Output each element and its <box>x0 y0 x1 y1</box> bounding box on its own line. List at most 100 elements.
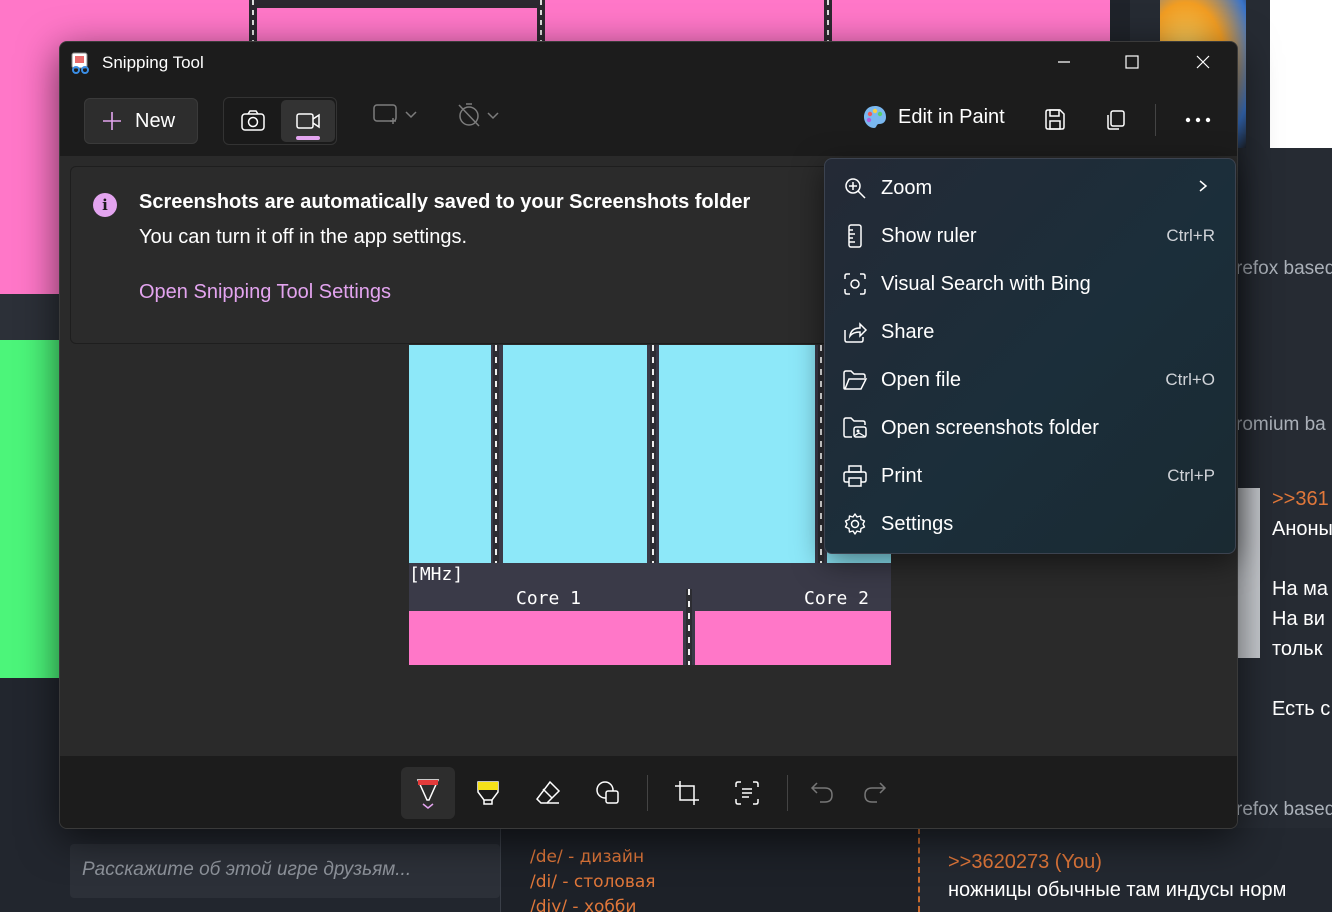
board-link[interactable]: /de/ - дизайн <box>530 845 656 870</box>
background-card <box>1270 0 1332 148</box>
highlighter-tool-button[interactable] <box>461 767 515 819</box>
minimize-button[interactable] <box>1034 42 1094 82</box>
folder-open-icon <box>831 369 879 391</box>
video-camera-icon <box>296 113 320 129</box>
copy-button[interactable] <box>1097 102 1133 138</box>
menu-item-label: Settings <box>881 512 954 535</box>
screenshot-bar <box>409 611 683 665</box>
rectangle-snip-icon <box>373 104 397 124</box>
text-actions-icon <box>735 781 759 805</box>
menu-item-label: Share <box>881 320 935 343</box>
post-text-line: Аноны <box>1272 518 1332 540</box>
pen-tool-button[interactable] <box>401 767 455 819</box>
eraser-icon <box>536 780 561 804</box>
background-divider <box>537 0 545 44</box>
camera-icon <box>241 110 265 131</box>
menu-item-print[interactable]: Print Ctrl+P <box>831 454 1229 498</box>
post-preview: >>361 Аноны На ма На ви тольк Есть с <box>1238 484 1332 724</box>
background-divider <box>824 0 832 44</box>
text-actions-button[interactable] <box>720 767 774 819</box>
chevron-right-icon <box>1197 179 1209 198</box>
print-icon <box>831 464 879 488</box>
menu-item-settings[interactable]: Settings <box>831 502 1229 546</box>
active-indicator <box>296 136 320 140</box>
menu-item-show-ruler[interactable]: Show ruler Ctrl+R <box>831 214 1229 258</box>
menu-item-label: Print <box>881 464 923 487</box>
post-text-line: тольк <box>1272 638 1323 660</box>
screenshot-divider <box>686 589 692 665</box>
gear-icon <box>831 512 879 536</box>
menu-item-shortcut: Ctrl+R <box>1166 226 1215 245</box>
toolbar-divider <box>787 775 788 811</box>
post-ref-link[interactable]: >>3620273 (You) <box>948 848 1286 876</box>
capture-mode-group <box>223 97 337 145</box>
banner-text: You can turn it off in the app settings. <box>139 226 468 248</box>
screenshot-core-label: Core 2 <box>804 588 870 609</box>
highlighter-icon <box>477 781 499 805</box>
shapes-tool-button[interactable] <box>581 767 635 819</box>
copy-icon <box>1107 110 1125 130</box>
screenshot-unit-label: [MHz] <box>409 564 464 585</box>
menu-item-label: Show ruler <box>881 224 977 247</box>
eraser-tool-button[interactable] <box>521 767 575 819</box>
menu-item-label: Open file <box>881 368 962 391</box>
undo-icon <box>810 782 833 803</box>
post-reply: >>3620273 (You) ножницы обычные там инду… <box>948 848 1286 904</box>
visual-search-icon <box>831 272 879 296</box>
menu-item-visual-search[interactable]: Visual Search with Bing <box>831 262 1229 306</box>
new-button[interactable]: New <box>84 98 198 144</box>
post-text: ножницы обычные там индусы норм <box>948 879 1287 901</box>
crop-button[interactable] <box>660 767 714 819</box>
save-button[interactable] <box>1037 102 1073 138</box>
captured-screenshot[interactable]: [MHz] Core 1 Core 2 <box>409 345 891 665</box>
delay-dropdown[interactable] <box>456 102 500 128</box>
open-settings-link[interactable]: Open Snipping Tool Settings <box>139 281 391 304</box>
menu-item-share[interactable]: Share <box>831 310 1229 354</box>
title-bar[interactable]: Snipping Tool <box>60 42 1237 82</box>
folder-image-icon <box>831 416 879 440</box>
undo-button[interactable] <box>795 767 849 819</box>
snip-shape-dropdown[interactable] <box>372 102 418 126</box>
zoom-in-icon <box>831 176 879 200</box>
maximize-button[interactable] <box>1102 42 1162 82</box>
screenshot-mode-button[interactable] <box>226 100 280 142</box>
post-ref-link[interactable]: >>361 <box>1272 484 1332 514</box>
save-icon <box>1045 109 1065 130</box>
menu-item-zoom[interactable]: Zoom <box>831 166 1229 210</box>
paint-palette-icon <box>864 106 886 128</box>
edit-in-paint-label: Edit in Paint <box>898 105 1005 128</box>
screenshot-bar <box>659 345 815 563</box>
chevron-down-icon <box>487 112 499 120</box>
chat-input[interactable]: Расскажите об этой игре друзьям... <box>70 844 500 898</box>
screenshot-divider <box>493 345 499 563</box>
browser-snippet: refox based <box>1236 258 1332 279</box>
menu-item-open-file[interactable]: Open file Ctrl+O <box>831 358 1229 402</box>
board-link[interactable]: /di/ - столовая <box>530 870 656 895</box>
toolbar-divider <box>1155 104 1156 136</box>
more-options-button[interactable] <box>1180 102 1216 138</box>
close-icon <box>1196 55 1210 69</box>
shapes-icon <box>596 781 619 804</box>
post-image <box>1238 488 1260 658</box>
redo-button[interactable] <box>848 767 902 819</box>
more-icon <box>1185 117 1211 123</box>
browser-snippet: romium ba <box>1236 414 1326 435</box>
new-button-label: New <box>135 109 176 132</box>
screenshot-bar <box>695 611 891 665</box>
board-list: /de/ - дизайн /di/ - столовая /diy/ - хо… <box>530 845 656 912</box>
more-options-menu: Zoom Show ruler Ctrl+R Visual Search wit… <box>824 158 1236 554</box>
banner-title: Screenshots are automatically saved to y… <box>139 191 751 213</box>
menu-item-open-screenshots-folder[interactable]: Open screenshots folder <box>831 406 1229 450</box>
board-link[interactable]: /diy/ - хобби <box>530 895 656 912</box>
close-button[interactable] <box>1173 42 1233 82</box>
video-mode-button[interactable] <box>281 100 335 142</box>
screenshot-bar <box>503 345 647 563</box>
maximize-icon <box>1125 55 1139 69</box>
post-text-line: Есть с <box>1272 698 1331 720</box>
edit-in-paint-button[interactable]: Edit in Paint <box>862 104 1005 130</box>
toolbar-divider <box>647 775 648 811</box>
background-strip <box>0 294 62 340</box>
screenshot-divider <box>650 345 656 563</box>
markup-toolbar <box>60 756 1237 828</box>
menu-item-shortcut: Ctrl+O <box>1165 370 1215 389</box>
